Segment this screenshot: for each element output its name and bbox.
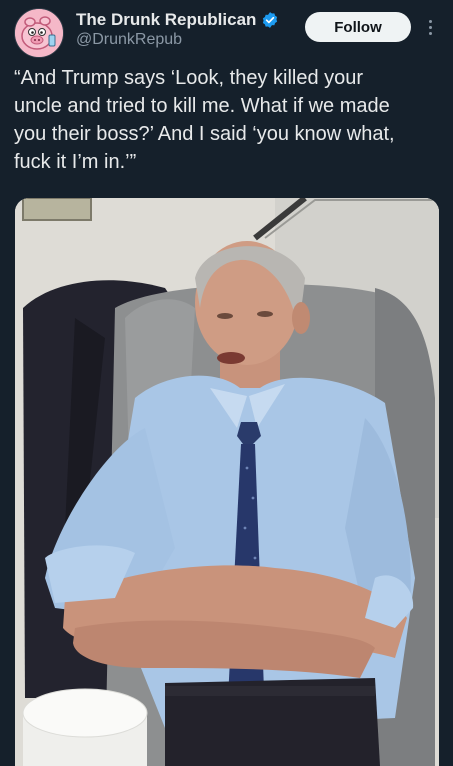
tweet-text: “And Trump says ‘Look, they killed your … xyxy=(14,67,395,173)
account-handle[interactable]: @DrunkRepub xyxy=(76,31,182,49)
tweet-media-photo[interactable] xyxy=(15,198,439,766)
more-dot xyxy=(428,25,432,29)
verified-badge-icon xyxy=(263,12,278,28)
follow-button[interactable]: Follow xyxy=(305,12,411,42)
photo-illustration xyxy=(15,198,439,766)
more-dot xyxy=(428,31,432,35)
more-dot xyxy=(428,19,432,23)
pink-pig-avatar-icon xyxy=(15,9,63,57)
tweet-card: The Drunk Republican @DrunkRepub Follow … xyxy=(0,0,453,766)
more-vertical-icon[interactable] xyxy=(423,14,437,40)
account-name-row: The Drunk Republican xyxy=(76,10,279,30)
account-display-name[interactable]: The Drunk Republican xyxy=(76,10,256,30)
account-avatar[interactable] xyxy=(14,8,64,58)
